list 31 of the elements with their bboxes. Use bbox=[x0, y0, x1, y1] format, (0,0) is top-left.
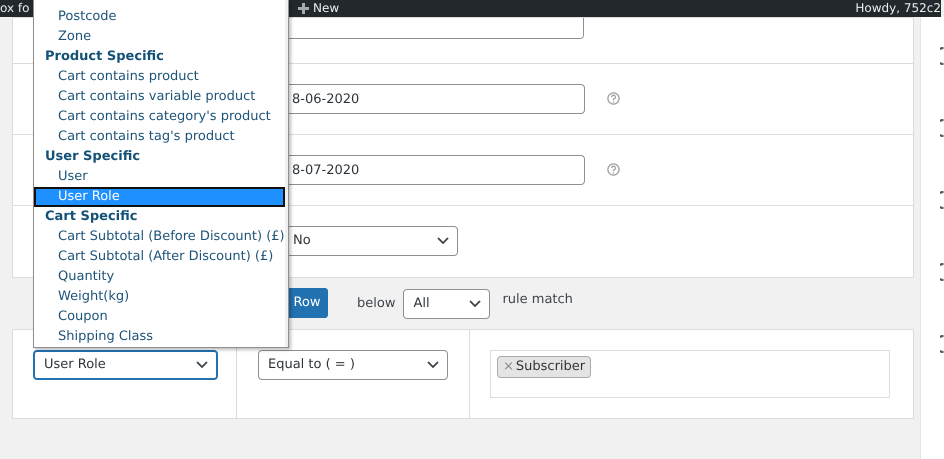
dropdown-option[interactable]: Shipping Class bbox=[34, 327, 285, 347]
condition-type-select[interactable]: User Role bbox=[33, 350, 218, 380]
operator-select[interactable]: Equal to ( = ) bbox=[258, 350, 448, 380]
add-row-button[interactable]: Row bbox=[286, 288, 328, 318]
rule-match-label: rule match bbox=[502, 290, 573, 309]
dropdown-option[interactable]: Weight(kg) bbox=[34, 287, 285, 307]
dropdown-option[interactable]: Cart contains tag's product bbox=[34, 127, 285, 147]
new-link[interactable]: New bbox=[298, 2, 340, 15]
plus-icon bbox=[298, 3, 309, 14]
option-group-label: User Specific bbox=[44, 148, 142, 166]
dropdown-option[interactable]: Postcode bbox=[34, 7, 285, 27]
option-group-label: Product Specific bbox=[44, 48, 165, 66]
value-multiselect[interactable]: ×Subscriber bbox=[490, 350, 890, 398]
help-icon[interactable] bbox=[607, 163, 620, 176]
match-select[interactable]: All bbox=[403, 288, 490, 318]
dropdown-option[interactable]: Zone bbox=[34, 27, 285, 47]
help-icon[interactable] bbox=[607, 92, 620, 105]
option-group-label: Cart Specific bbox=[44, 208, 138, 226]
chevron-icon bbox=[437, 237, 449, 245]
chevron-icon bbox=[469, 300, 482, 308]
dropdown-option[interactable]: Cart Subtotal (After Discount) (£) bbox=[34, 247, 285, 267]
dropdown-option[interactable]: Quantity bbox=[34, 267, 285, 287]
dropdown-option[interactable]: Cart Subtotal (Before Discount) (£) bbox=[34, 227, 285, 247]
chevron-icon bbox=[196, 361, 208, 369]
scrollbar[interactable] bbox=[284, 0, 288, 347]
chevron-icon bbox=[427, 361, 439, 369]
below-label: below bbox=[357, 294, 396, 313]
dropdown-option[interactable]: Coupon bbox=[34, 307, 285, 327]
dropdown-option[interactable]: Cart contains product bbox=[34, 67, 285, 87]
value-tag: ×Subscriber bbox=[497, 356, 592, 378]
greeting-text[interactable]: Howdy, 752c2 bbox=[855, 2, 941, 15]
